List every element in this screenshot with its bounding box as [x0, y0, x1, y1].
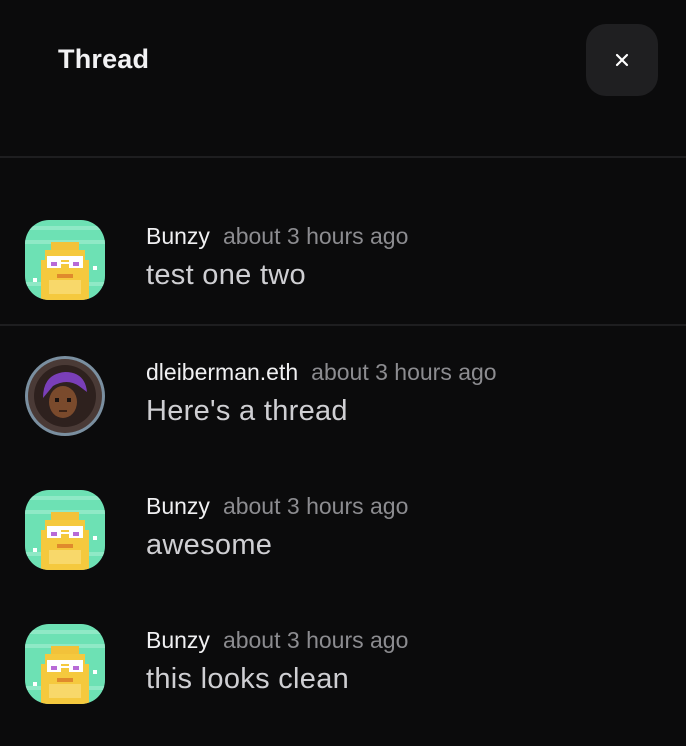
timestamp: about 3 hours ago — [222, 493, 409, 519]
author-name[interactable]: dleiberman.eth — [146, 359, 298, 386]
avatar[interactable] — [25, 490, 105, 570]
avatar[interactable] — [25, 356, 105, 436]
timestamp: about 3 hours ago — [311, 359, 497, 385]
thread-parent-message[interactable]: Bunzy about 3 hours ago test one two — [0, 220, 686, 316]
timestamp: about 3 hours ago — [222, 223, 409, 249]
dleiberman-avatar-icon — [25, 356, 105, 436]
thread-reply[interactable]: Bunzy about 3 hours ago this looks clean — [0, 624, 686, 720]
bunzy-avatar-icon — [25, 624, 105, 704]
message-meta: Bunzy about 3 hours ago — [146, 627, 408, 654]
author-name[interactable]: Bunzy — [146, 493, 210, 520]
timestamp: about 3 hours ago — [222, 627, 409, 653]
message-meta: Bunzy about 3 hours ago — [146, 493, 408, 520]
message-text: Here's a thread — [146, 395, 348, 427]
thread-header: Thread — [0, 0, 686, 157]
parent-divider — [0, 324, 686, 326]
bunzy-avatar-icon — [25, 220, 105, 300]
bunzy-avatar-icon — [25, 490, 105, 570]
message-meta: Bunzy about 3 hours ago — [146, 223, 408, 250]
header-divider — [0, 156, 686, 158]
message-text: test one two — [146, 259, 306, 291]
avatar[interactable] — [25, 220, 105, 300]
author-name[interactable]: Bunzy — [146, 627, 210, 654]
thread-reply[interactable]: dleiberman.eth about 3 hours ago Here's … — [0, 356, 686, 452]
thread-title: Thread — [58, 44, 150, 74]
message-text: this looks clean — [146, 663, 350, 695]
author-name[interactable]: Bunzy — [146, 223, 210, 250]
close-icon — [615, 53, 629, 67]
message-text: awesome — [146, 529, 273, 561]
message-meta: dleiberman.eth about 3 hours ago — [146, 359, 497, 386]
thread-reply[interactable]: Bunzy about 3 hours ago awesome — [0, 490, 686, 586]
close-button[interactable] — [586, 24, 658, 96]
avatar[interactable] — [25, 624, 105, 704]
